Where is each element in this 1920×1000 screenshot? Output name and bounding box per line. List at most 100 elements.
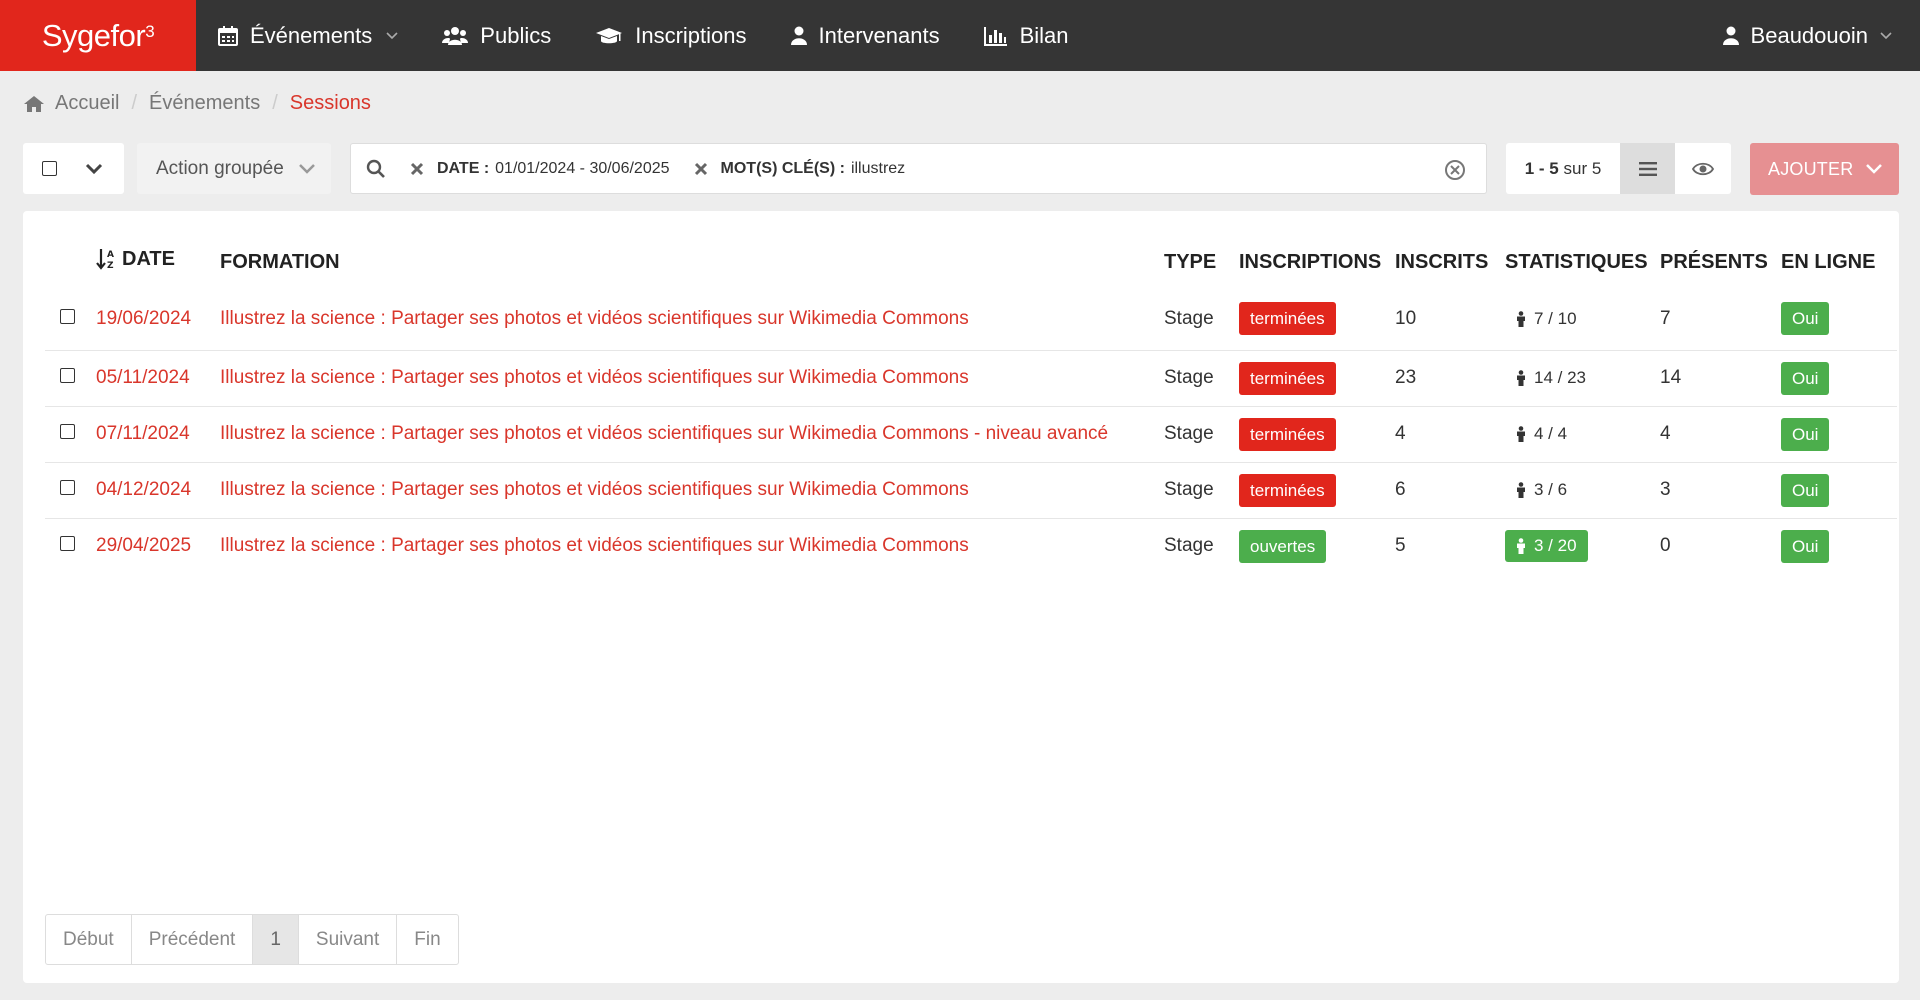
list-icon	[1638, 161, 1657, 176]
brand-logo[interactable]: Sygefor 3	[0, 0, 196, 71]
session-formation-link[interactable]: Illustrez la science : Partager ses phot…	[220, 288, 1164, 350]
session-date[interactable]: 05/11/2024	[96, 349, 220, 406]
header-presents[interactable]: PRÉSENTS	[1660, 236, 1781, 288]
breadcrumb-evenements[interactable]: Événements	[149, 92, 260, 115]
preview-view-button[interactable]	[1675, 143, 1731, 194]
session-presents: 0	[1660, 517, 1781, 574]
person-icon	[1517, 538, 1525, 555]
search-icon[interactable]	[366, 159, 386, 179]
row-checkbox[interactable]	[60, 536, 75, 552]
main-nav: Événements Publics Inscriptions Interven…	[196, 0, 1091, 71]
session-inscriptions-cell: terminées	[1239, 349, 1395, 406]
row-checkbox[interactable]	[60, 368, 75, 383]
filter-value: 01/01/2024 - 30/06/2025	[495, 159, 670, 177]
session-inscrits: 23	[1395, 349, 1505, 406]
list-view-button[interactable]	[1620, 143, 1675, 194]
header-date[interactable]: AZ DATE	[96, 236, 220, 288]
table-row[interactable]: 05/11/2024 Illustrez la science : Partag…	[45, 349, 1897, 406]
pagination-current-page[interactable]: 1	[252, 915, 298, 964]
header-type[interactable]: TYPE	[1164, 236, 1239, 288]
session-date[interactable]: 19/06/2024	[96, 288, 220, 350]
row-checkbox[interactable]	[60, 424, 75, 439]
nav-item-evenements[interactable]: Événements	[196, 0, 420, 71]
clear-search-icon[interactable]	[1444, 159, 1466, 181]
session-presents: 4	[1660, 405, 1781, 462]
pagination-last[interactable]: Fin	[396, 915, 457, 964]
session-statistiques-cell: 7 / 10	[1505, 288, 1660, 350]
nav-label: Inscriptions	[635, 22, 747, 48]
session-date[interactable]: 07/11/2024	[96, 405, 220, 462]
svg-text:A: A	[107, 250, 114, 260]
online-badge: Oui	[1781, 473, 1830, 507]
session-formation-link[interactable]: Illustrez la science : Partager ses phot…	[220, 405, 1164, 462]
user-name: Beaudouoin	[1750, 22, 1868, 48]
header-inscrits[interactable]: INSCRITS	[1395, 236, 1505, 288]
user-menu[interactable]: Beaudouoin	[1722, 0, 1892, 71]
session-en-ligne-cell: Oui	[1781, 405, 1897, 462]
users-icon	[442, 26, 469, 45]
online-badge: Oui	[1781, 302, 1830, 336]
header-en-ligne[interactable]: EN LIGNE	[1781, 236, 1897, 288]
select-all-checkbox[interactable]	[42, 161, 57, 176]
user-icon	[1722, 26, 1739, 45]
grouped-action-label: Action groupée	[156, 157, 284, 179]
nav-label: Publics	[480, 22, 552, 48]
nav-item-bilan[interactable]: Bilan	[962, 0, 1091, 71]
eye-icon	[1692, 162, 1714, 175]
search-filter-bar[interactable]: DATE : 01/01/2024 - 30/06/2025 MOT(S) CL…	[350, 143, 1487, 194]
session-en-ligne-cell: Oui	[1781, 461, 1897, 518]
chevron-down-icon[interactable]	[85, 163, 103, 175]
remove-filter-icon[interactable]	[694, 162, 708, 176]
session-date[interactable]: 04/12/2024	[96, 461, 220, 518]
statistics-value: 14 / 23	[1534, 368, 1586, 387]
session-presents: 3	[1660, 461, 1781, 518]
table-row[interactable]: 04/12/2024 Illustrez la science : Partag…	[45, 461, 1897, 518]
breadcrumb-sessions: Sessions	[289, 92, 371, 114]
filter-chip-keywords: MOT(S) CLÉ(S) : illustrez	[694, 159, 906, 178]
inscriptions-status-badge: terminées	[1239, 361, 1336, 395]
breadcrumb-home[interactable]: Accueil	[55, 92, 119, 115]
nav-label: Bilan	[1019, 22, 1069, 48]
brand-sup: 3	[145, 21, 155, 41]
grouped-action-dropdown[interactable]: Action groupée	[137, 143, 331, 194]
add-button[interactable]: AJOUTER	[1750, 143, 1899, 195]
nav-item-inscriptions[interactable]: Inscriptions	[573, 0, 768, 71]
person-icon	[1517, 482, 1525, 498]
pagination-prev[interactable]: Précédent	[130, 915, 253, 964]
user-icon	[790, 26, 807, 45]
header-label: DATE	[122, 247, 175, 270]
session-inscrits: 4	[1395, 405, 1505, 462]
row-checkbox[interactable]	[60, 308, 75, 324]
session-formation-link[interactable]: Illustrez la science : Partager ses phot…	[220, 517, 1164, 574]
svg-text:Z: Z	[107, 261, 114, 271]
header-formation[interactable]: FORMATION	[220, 236, 1164, 288]
pagination-next[interactable]: Suivant	[297, 915, 396, 964]
header-inscriptions[interactable]: INSCRIPTIONS	[1239, 236, 1395, 288]
row-checkbox-cell	[45, 517, 96, 574]
filter-value: illustrez	[850, 159, 906, 177]
session-inscrits: 6	[1395, 461, 1505, 518]
table-row[interactable]: 29/04/2025 Illustrez la science : Partag…	[45, 517, 1897, 574]
remove-filter-icon[interactable]	[410, 162, 424, 176]
statistics-value: 3 / 6	[1534, 480, 1568, 499]
session-formation-link[interactable]: Illustrez la science : Partager ses phot…	[220, 461, 1164, 518]
session-date[interactable]: 29/04/2025	[96, 517, 220, 574]
pagination-first[interactable]: Début	[46, 915, 131, 964]
table-row[interactable]: 19/06/2024 Illustrez la science : Partag…	[45, 288, 1897, 350]
nav-item-intervenants[interactable]: Intervenants	[769, 0, 962, 71]
header-statistiques[interactable]: STATISTIQUES	[1505, 236, 1660, 288]
session-inscriptions-cell: terminées	[1239, 405, 1395, 462]
nav-item-publics[interactable]: Publics	[420, 0, 573, 71]
row-checkbox[interactable]	[60, 480, 75, 495]
person-icon	[1517, 310, 1525, 327]
filter-key: MOT(S) CLÉ(S) :	[720, 159, 845, 177]
inscriptions-status-badge: terminées	[1239, 473, 1336, 507]
table-row[interactable]: 07/11/2024 Illustrez la science : Partag…	[45, 405, 1897, 462]
online-badge: Oui	[1781, 361, 1830, 395]
sessions-panel: AZ DATE FORMATION TYPE INSCRIPTIONS INSC…	[23, 211, 1899, 983]
session-type: Stage	[1164, 307, 1214, 329]
brand-name: Sygefor	[41, 17, 146, 53]
session-formation-link[interactable]: Illustrez la science : Partager ses phot…	[220, 349, 1164, 406]
select-all-dropdown	[23, 143, 124, 194]
statistics-value: 7 / 10	[1534, 308, 1577, 328]
